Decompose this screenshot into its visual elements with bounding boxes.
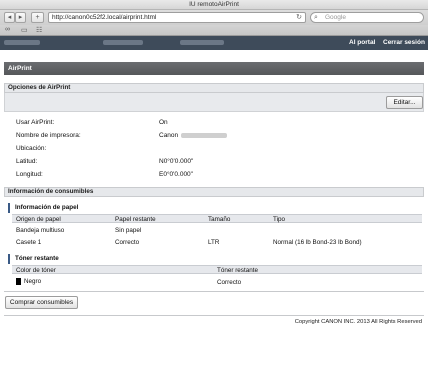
- field-label: Longitud:: [16, 171, 43, 178]
- window-title: IU remotoAirPrint: [189, 1, 239, 8]
- toner-heading: Tóner restante: [8, 254, 424, 264]
- search-input[interactable]: ⌕ Google: [310, 12, 424, 23]
- column-header: Color de tóner: [16, 267, 56, 274]
- column-header: Tipo: [273, 216, 286, 223]
- airprint-options-heading: Opciones de AirPrint: [4, 83, 424, 93]
- buy-supplies-button[interactable]: Comprar consumibles: [5, 296, 78, 309]
- copyright-text: Copyright CANON INC. 2013 All Rights Res…: [294, 319, 422, 325]
- forward-icon[interactable]: ▸: [15, 12, 26, 23]
- printer-name-value: Canon: [159, 132, 228, 139]
- field-label: Ubicación:: [16, 145, 47, 152]
- add-bookmark-icon[interactable]: +: [31, 12, 44, 23]
- field-label: Usar AirPrint:: [16, 119, 55, 126]
- bookmarks-bar: ∞ ▭ ☷: [0, 25, 428, 36]
- field-value: Canon: [159, 132, 179, 139]
- table-cell: Bandeja multiuso: [16, 227, 65, 234]
- page-title: AirPrint: [4, 62, 424, 75]
- toner-swatch: [16, 278, 21, 285]
- table-cell: Correcto: [217, 279, 242, 286]
- paper-table-header: Origen de papel Papel restante Tamaño Ti…: [12, 214, 422, 223]
- portal-link[interactable]: Al portal: [349, 39, 375, 46]
- table-cell: Correcto: [115, 239, 140, 246]
- paper-info-heading: Información de papel: [8, 203, 424, 213]
- reading-list-icon[interactable]: ∞: [5, 26, 10, 33]
- bookmarks-icon[interactable]: ▭: [21, 26, 28, 34]
- printer-model-redacted: [181, 132, 228, 138]
- field-label: Latitud:: [16, 158, 38, 165]
- reload-icon[interactable]: ↻: [296, 13, 302, 22]
- device-model-redacted: [103, 40, 143, 45]
- top-sites-icon[interactable]: ☷: [36, 26, 42, 34]
- divider: [4, 291, 424, 292]
- table-cell: Negro: [24, 278, 42, 286]
- divider: [4, 315, 424, 316]
- table-cell: Sin papel: [115, 227, 142, 234]
- page-header: Al portal Cerrar sesión: [0, 36, 428, 50]
- address-bar[interactable]: http://canon0c52f2.local/airprint.html ↻: [48, 12, 306, 23]
- table-cell: LTR: [208, 239, 220, 246]
- field-value: N0°0'0.000": [159, 158, 194, 165]
- column-header: Papel restante: [115, 216, 156, 223]
- device-info-redacted: [180, 40, 224, 45]
- column-header: Tóner restante: [217, 267, 258, 274]
- logout-link[interactable]: Cerrar sesión: [383, 39, 425, 46]
- window-titlebar: IU remotoAirPrint: [0, 0, 428, 10]
- column-header: Tamaño: [208, 216, 231, 223]
- airprint-options-toolbar: Editar...: [4, 93, 424, 112]
- edit-button[interactable]: Editar...: [386, 96, 423, 109]
- toner-table-header: Color de tóner Tóner restante: [12, 265, 422, 274]
- back-icon[interactable]: ◂: [4, 12, 15, 23]
- browser-toolbar: ◂ ▸ + http://canon0c52f2.local/airprint.…: [0, 10, 428, 25]
- device-name-redacted: [4, 40, 40, 45]
- table-cell: Casete 1: [16, 239, 42, 246]
- search-icon: ⌕: [314, 14, 318, 21]
- supplies-heading: Información de consumibles: [4, 187, 424, 197]
- toner-color-cell: Negro: [16, 278, 41, 285]
- field-value: E0°0'0.000": [159, 171, 193, 178]
- field-label: Nombre de impresora:: [16, 132, 81, 139]
- table-cell: Normal (16 lb Bond-23 lb Bond): [273, 239, 362, 246]
- column-header: Origen de papel: [16, 216, 61, 223]
- field-value: On: [159, 119, 168, 126]
- address-bar-url: http://canon0c52f2.local/airprint.html: [52, 14, 157, 21]
- search-placeholder: Google: [325, 14, 346, 21]
